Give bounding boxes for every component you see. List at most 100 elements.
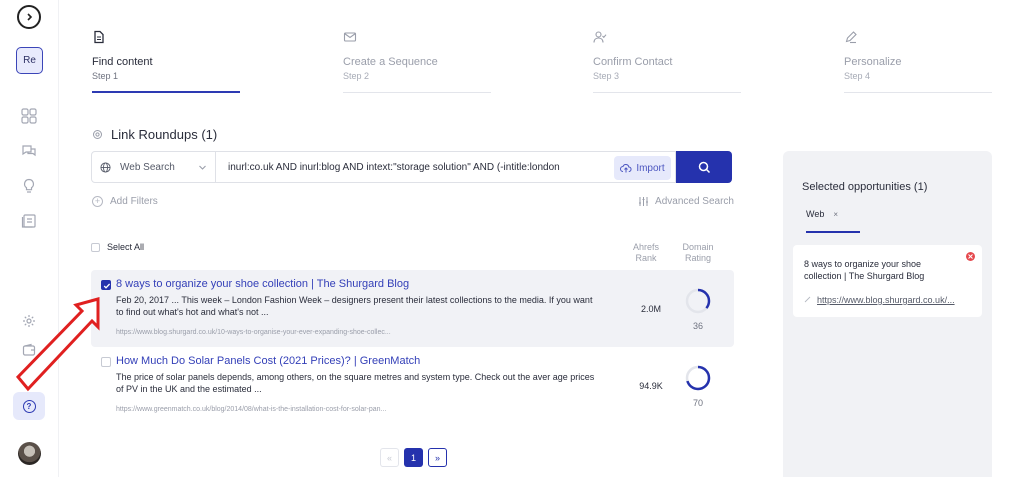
add-filters-label: Add Filters: [110, 196, 158, 207]
sidebar-item-conversations[interactable]: [16, 138, 42, 164]
list-icon: [21, 214, 36, 228]
search-button[interactable]: [676, 151, 732, 183]
select-all-label: Select All: [107, 242, 145, 252]
sidebar: Re ?: [0, 0, 59, 477]
column-header-ahrefs-rank[interactable]: Ahrefs Rank: [621, 242, 671, 264]
sidebar-toggle-button[interactable]: [17, 5, 41, 29]
plus-icon: +: [92, 196, 103, 207]
lightbulb-icon: [23, 178, 35, 193]
grid-icon: [21, 108, 37, 124]
step-create-sequence[interactable]: Create a Sequence Step 2: [343, 30, 491, 94]
page-title: Link Roundups (1): [111, 126, 218, 142]
step-title: Confirm Contact: [593, 56, 673, 68]
sidebar-item-dashboard[interactable]: [16, 103, 42, 129]
ahrefs-rank-value: 2.0M: [640, 304, 661, 314]
result-description: The price of solar panels depends, among…: [116, 372, 595, 394]
domain-rating-value: 70: [692, 398, 703, 408]
advanced-search-button[interactable]: Advanced Search: [638, 196, 734, 207]
selected-opportunity-card: 8 ways to organize your shoe collection …: [793, 245, 982, 317]
step-underline: [844, 92, 992, 93]
globe-icon: [100, 161, 111, 173]
result-row[interactable]: How Much Do Solar Panels Cost (2021 Pric…: [91, 347, 734, 424]
opportunity-title: 8 ways to organize your shoe collection …: [804, 259, 925, 281]
tab-underline: [806, 231, 860, 233]
close-icon: [968, 254, 973, 259]
step-underline: [92, 91, 240, 93]
step-number: Step 4: [844, 71, 871, 81]
link-icon: [804, 296, 811, 303]
step-underline: [593, 92, 741, 93]
next-page-button[interactable]: »: [428, 448, 447, 467]
pagination: « 1 »: [380, 448, 447, 467]
step-title: Create a Sequence: [343, 56, 438, 68]
result-row[interactable]: 8 ways to organize your shoe collection …: [91, 270, 734, 347]
search-source-select[interactable]: Web Search: [91, 151, 216, 183]
step-title: Find content: [92, 56, 153, 68]
step-find-content[interactable]: Find content Step 1: [92, 30, 240, 94]
import-label: Import: [636, 162, 665, 174]
step-number: Step 2: [343, 71, 370, 81]
tab-web[interactable]: Web ×: [806, 209, 838, 219]
section-header: Link Roundups (1): [92, 126, 217, 142]
column-header-domain-rating[interactable]: Domain Rating: [673, 242, 723, 264]
checkbox[interactable]: [91, 242, 100, 252]
chat-icon: [22, 145, 36, 157]
user-avatar[interactable]: [18, 442, 41, 465]
remove-opportunity-button[interactable]: [966, 252, 975, 261]
filters-row: + Add Filters Advanced Search: [92, 196, 734, 210]
pen-icon: [845, 31, 857, 44]
user-check-icon: [593, 31, 607, 43]
selected-opportunities-panel: Selected opportunities (1) Web × 8 ways …: [783, 151, 992, 477]
document-icon: [94, 30, 104, 44]
prev-page-button[interactable]: «: [380, 448, 399, 467]
search-icon: [698, 161, 710, 173]
search-query-input[interactable]: inurl:co.uk AND inurl:blog AND intext:"s…: [216, 151, 676, 183]
cloud-upload-icon: [620, 163, 632, 173]
result-url[interactable]: https://www.greenmatch.co.uk/blog/2014/0…: [116, 406, 386, 413]
gear-icon[interactable]: [92, 129, 103, 140]
column-header-line: Rating: [684, 253, 711, 263]
column-header-line: Ahrefs: [632, 242, 659, 252]
opportunity-url-link[interactable]: https://www.blog.shurgard.co.uk/...: [817, 295, 955, 305]
search-source-label: Web Search: [120, 161, 175, 173]
sidebar-item-ideas[interactable]: [16, 173, 42, 199]
sidebar-item-lists[interactable]: [16, 208, 42, 234]
help-icon: ?: [22, 399, 36, 413]
sliders-icon: [639, 197, 649, 206]
step-number: Step 3: [593, 71, 620, 81]
column-header-line: Domain: [682, 242, 714, 252]
step-title: Personalize: [844, 56, 902, 68]
step-personalize[interactable]: Personalize Step 4: [844, 30, 992, 94]
step-number: Step 1: [92, 71, 119, 81]
column-header-line: Rank: [635, 253, 657, 263]
advanced-search-label: Advanced Search: [655, 196, 734, 207]
tab-label: Web: [806, 209, 825, 219]
add-filters-button[interactable]: + Add Filters: [92, 196, 158, 207]
result-title-link[interactable]: How Much Do Solar Panels Cost (2021 Pric…: [116, 355, 420, 367]
ahrefs-rank-value: 94.9K: [639, 381, 663, 391]
result-title-link[interactable]: 8 ways to organize your shoe collection …: [116, 278, 409, 290]
domain-rating-gauge: [685, 288, 711, 314]
close-icon[interactable]: ×: [833, 210, 838, 219]
step-confirm-contact[interactable]: Confirm Contact Step 3: [593, 30, 741, 94]
search-query-text: inurl:co.uk AND inurl:blog AND intext:"s…: [228, 161, 560, 173]
workspace-avatar[interactable]: Re: [16, 47, 43, 74]
sidebar-item-help[interactable]: ?: [13, 392, 45, 420]
mail-icon: [343, 32, 357, 42]
results-table-header: Select All Ahrefs Rank Domain Rating: [91, 240, 734, 266]
result-description: Feb 20, 2017 ... This week – London Fash…: [116, 295, 593, 317]
step-underline: [343, 92, 491, 93]
check-icon: [103, 283, 111, 289]
select-all-checkbox[interactable]: Select All: [91, 242, 144, 252]
domain-rating-gauge: [685, 365, 711, 391]
chevron-down-icon: [199, 165, 206, 170]
annotation-arrow: [15, 297, 100, 392]
page-button-current[interactable]: 1: [404, 448, 423, 467]
result-url[interactable]: https://www.blog.shurgard.co.uk/10-ways-…: [116, 329, 391, 336]
search-bar: Web Search inurl:co.uk AND inurl:blog AN…: [91, 151, 734, 183]
panel-title: Selected opportunities (1): [802, 181, 928, 193]
chevron-right-icon: [27, 13, 33, 21]
import-button[interactable]: Import: [614, 156, 671, 180]
domain-rating-value: 36: [692, 321, 703, 331]
result-checkbox[interactable]: [101, 280, 111, 290]
